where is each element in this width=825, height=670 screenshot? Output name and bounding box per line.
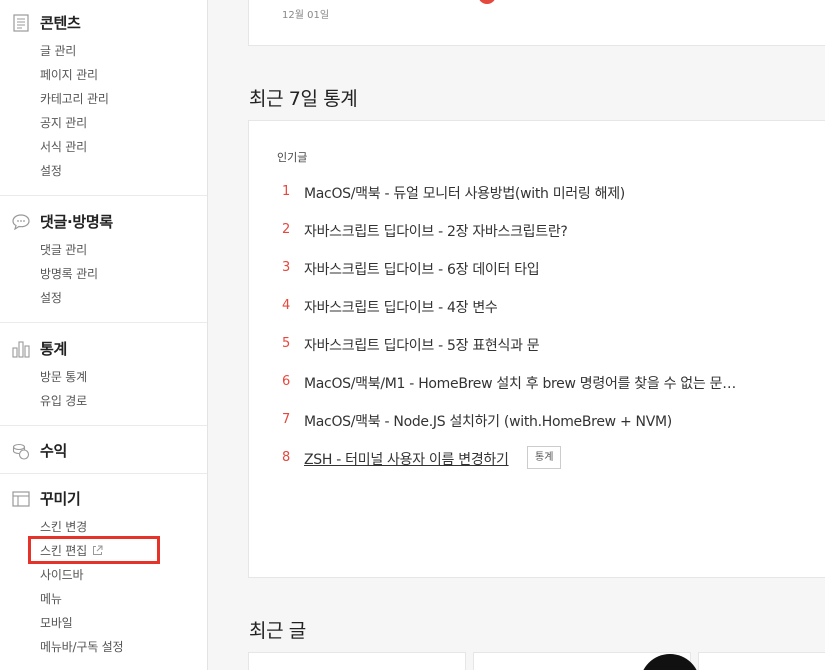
popular-post-link[interactable]: 자바스크립트 딥다이브 - 2장 자바스크립트란? xyxy=(304,221,568,241)
popular-label: 인기글 xyxy=(277,151,308,164)
sidebar-item-comments-settings[interactable]: 설정 xyxy=(40,289,62,306)
bar-chart-icon xyxy=(12,340,30,358)
popular-post-link[interactable]: 자바스크립트 딥다이브 - 6장 데이터 타입 xyxy=(304,259,540,279)
sidebar-item-sidebar[interactable]: 사이드바 xyxy=(40,566,84,583)
sidebar-section-title: 통계 xyxy=(40,340,68,358)
sidebar-item-mobile[interactable]: 모바일 xyxy=(40,614,73,631)
post-rank: 4 xyxy=(282,298,291,313)
sidebar-divider xyxy=(0,195,207,196)
sidebar-item-template-manage[interactable]: 서식 관리 xyxy=(40,138,87,155)
recent-post-card[interactable] xyxy=(698,652,825,670)
coins-icon xyxy=(12,442,30,460)
top-card xyxy=(248,0,825,46)
sidebar-divider xyxy=(0,473,207,474)
post-rank: 8 xyxy=(282,450,291,465)
post-date: 12월 01일 xyxy=(282,10,330,21)
sidebar-item-page-manage[interactable]: 페이지 관리 xyxy=(40,66,98,83)
blog-admin-page: 콘텐츠 글 관리 페이지 관리 카테고리 관리 공지 관리 서식 관리 설정 댓… xyxy=(0,0,825,670)
sidebar-section-title: 콘텐츠 xyxy=(40,14,81,32)
sidebar-item-menubar-subscribe[interactable]: 메뉴바/구독 설정 xyxy=(40,638,124,655)
post-rank: 3 xyxy=(282,260,291,275)
sidebar-section-stats[interactable]: 통계 xyxy=(12,338,67,359)
sidebar-section-comments[interactable]: 댓글·방명록 xyxy=(12,211,113,232)
post-rank: 7 xyxy=(282,412,291,427)
stats-badge-button[interactable]: 통계 xyxy=(527,446,562,469)
speech-bubble-icon xyxy=(12,213,30,231)
popular-post-link[interactable]: MacOS/맥북 - Node.JS 설치하기 (with.HomeBrew +… xyxy=(304,411,672,431)
sidebar-section-decorate[interactable]: 꾸미기 xyxy=(12,488,81,509)
sidebar-item-category-manage[interactable]: 카테고리 관리 xyxy=(40,90,109,107)
sidebar-divider xyxy=(0,322,207,323)
sidebar: 콘텐츠 글 관리 페이지 관리 카테고리 관리 공지 관리 서식 관리 설정 댓… xyxy=(0,0,208,670)
sidebar-item-notice-manage[interactable]: 공지 관리 xyxy=(40,114,87,131)
popular-post-link[interactable]: MacOS/맥북 - 듀얼 모니터 사용방법(with 미러링 해제) xyxy=(304,183,625,203)
sidebar-section-title: 꾸미기 xyxy=(40,490,81,508)
stats-heading: 최근 7일 통계 xyxy=(249,88,358,110)
document-icon xyxy=(12,13,30,32)
layout-icon xyxy=(12,490,30,508)
sidebar-item-comment-manage[interactable]: 댓글 관리 xyxy=(40,241,87,258)
post-rank: 2 xyxy=(282,222,291,237)
sidebar-section-revenue[interactable]: 수익 xyxy=(12,440,67,461)
popular-post-link[interactable]: 자바스크립트 딥다이브 - 4장 변수 xyxy=(304,297,498,317)
popular-post-link[interactable]: ZSH - 터미널 사용자 이름 변경하기 xyxy=(304,449,509,469)
recent-heading: 최근 글 xyxy=(249,620,306,642)
sidebar-item-referrer[interactable]: 유입 경로 xyxy=(40,392,87,409)
post-rank: 1 xyxy=(282,184,291,199)
post-rank: 6 xyxy=(282,374,291,389)
sidebar-section-contents[interactable]: 콘텐츠 xyxy=(12,12,81,33)
sidebar-divider xyxy=(0,425,207,426)
sidebar-section-title: 댓글·방명록 xyxy=(40,213,113,231)
sidebar-item-post-manage[interactable]: 글 관리 xyxy=(40,42,76,59)
recent-post-card[interactable] xyxy=(248,652,466,670)
sidebar-item-guestbook-manage[interactable]: 방명록 관리 xyxy=(40,265,98,282)
popular-post-link[interactable]: 자바스크립트 딥다이브 - 5장 표현식과 문 xyxy=(304,335,540,355)
popular-post-link[interactable]: MacOS/맥북/M1 - HomeBrew 설치 후 brew 명령어를 찾을… xyxy=(304,373,736,393)
sidebar-item-visit-stats[interactable]: 방문 통계 xyxy=(40,368,87,385)
sidebar-item-menu[interactable]: 메뉴 xyxy=(40,590,62,607)
sidebar-item-contents-settings[interactable]: 설정 xyxy=(40,162,62,179)
post-rank: 5 xyxy=(282,336,291,351)
highlight-box xyxy=(28,536,160,564)
sidebar-section-title: 수익 xyxy=(40,442,68,460)
sidebar-item-skin-change[interactable]: 스킨 변경 xyxy=(40,518,87,535)
